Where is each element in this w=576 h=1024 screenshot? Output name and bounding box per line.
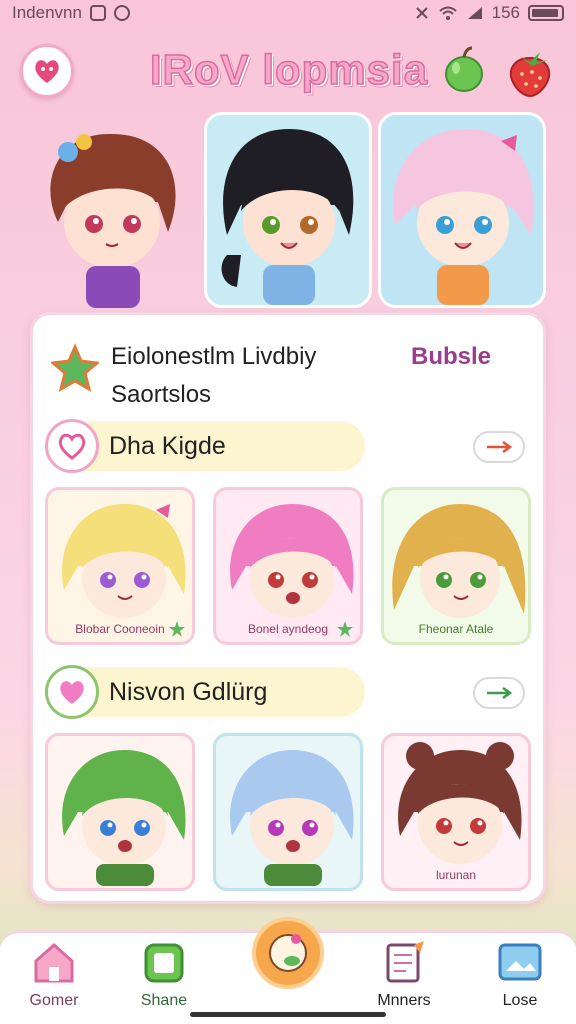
notification-icon [89, 5, 106, 21]
green-hair-character-avatar [62, 750, 186, 886]
strawberry-icon[interactable] [502, 44, 558, 100]
featured-character-middle[interactable] [204, 112, 372, 308]
character-card[interactable] [213, 733, 363, 891]
character-card[interactable]: Blobar Cooneoin [45, 487, 195, 645]
signal-icon [467, 7, 482, 19]
character-card[interactable]: Fheonar Atale [381, 487, 531, 645]
bottom-navigation: Gomer Shane Mnners Lose [0, 917, 576, 1024]
character-card-label: lurunan [435, 868, 477, 882]
user-link[interactable]: Bubsle [411, 343, 491, 371]
nav-lose-label: Lose [502, 992, 538, 1009]
heart-bunny-icon [35, 60, 59, 83]
carrier-label: Indenvnn [12, 3, 82, 22]
pink-character-avatar [230, 504, 354, 618]
image-icon [498, 943, 542, 981]
cookie-icon [269, 934, 307, 972]
status-bar: Indenvnn 156 [0, 0, 576, 26]
section-2-more-button[interactable] [473, 677, 525, 709]
section-header-2[interactable]: Nisvon Gdlürg [45, 665, 365, 719]
arrow-right-icon [487, 686, 513, 700]
character-card[interactable] [45, 733, 195, 891]
nav-members[interactable]: Mnners [354, 939, 454, 1019]
star-badge-icon [51, 343, 99, 393]
section-title-2: Nisvon Gdlürg [109, 677, 268, 706]
record-icon [113, 5, 130, 21]
user-subtitle: Saortslos [111, 381, 212, 408]
wifi-icon [438, 6, 457, 20]
home-indicator[interactable] [190, 1012, 386, 1017]
nav-share[interactable]: Shane [114, 939, 214, 1019]
section-2-cards: lurunan [45, 733, 531, 893]
share-icon [144, 943, 184, 983]
app-title: IRoV lopmsia [149, 45, 429, 94]
nav-home[interactable]: Gomer [4, 939, 104, 1019]
dark-brown-hair-character-avatar [398, 742, 522, 864]
battery-icon [528, 5, 564, 21]
arrow-right-icon [487, 440, 513, 454]
character-card-label: Fheonar Atale [418, 622, 494, 636]
star-icon [169, 621, 185, 637]
lightblue-hair-character-avatar [230, 750, 354, 886]
house-icon [34, 942, 74, 983]
user-name: Eiolonestlm Livdbiy [111, 343, 317, 370]
section-title-1: Dha Kigde [109, 431, 226, 460]
nav-share-label: Shane [140, 992, 188, 1009]
featured-character-left[interactable] [28, 112, 196, 308]
black-hair-character-avatar [221, 129, 354, 305]
nav-center-button[interactable] [252, 917, 324, 989]
main-panel: Eiolonestlm Livdbiy Saortslos Bubsle Dha… [30, 312, 546, 904]
section-header-1[interactable]: Dha Kigde [45, 419, 365, 473]
character-card[interactable]: lurunan [381, 733, 531, 891]
brown-hair-character-avatar [50, 133, 176, 308]
notebook-icon [386, 941, 424, 983]
time-text: 156 [491, 3, 520, 22]
nav-lose[interactable]: Lose [470, 939, 570, 1019]
section-1-more-button[interactable] [473, 431, 525, 463]
vibrate-icon [415, 7, 428, 19]
top-bar: IRoV lopmsia [0, 36, 576, 106]
leaf-heart-icon [45, 665, 99, 719]
star-icon [337, 621, 353, 637]
home-button[interactable] [20, 44, 74, 98]
featured-characters [0, 112, 576, 312]
user-profile-row: Eiolonestlm Livdbiy Saortslos Bubsle [51, 339, 531, 419]
pink-hair-character-avatar [393, 129, 534, 305]
heart-icon [45, 419, 99, 473]
golden-hair-character-avatar [392, 504, 526, 618]
section-1-cards: Blobar Cooneoin Bonel ayndeog Fheonar At… [45, 487, 531, 647]
green-apple-icon[interactable] [442, 44, 486, 94]
nav-members-label: Mnners [377, 992, 431, 1009]
nav-home-label: Gomer [29, 992, 79, 1009]
featured-character-right[interactable] [378, 112, 546, 308]
blonde-character-avatar [62, 504, 186, 618]
character-card[interactable]: Bonel ayndeog [213, 487, 363, 645]
